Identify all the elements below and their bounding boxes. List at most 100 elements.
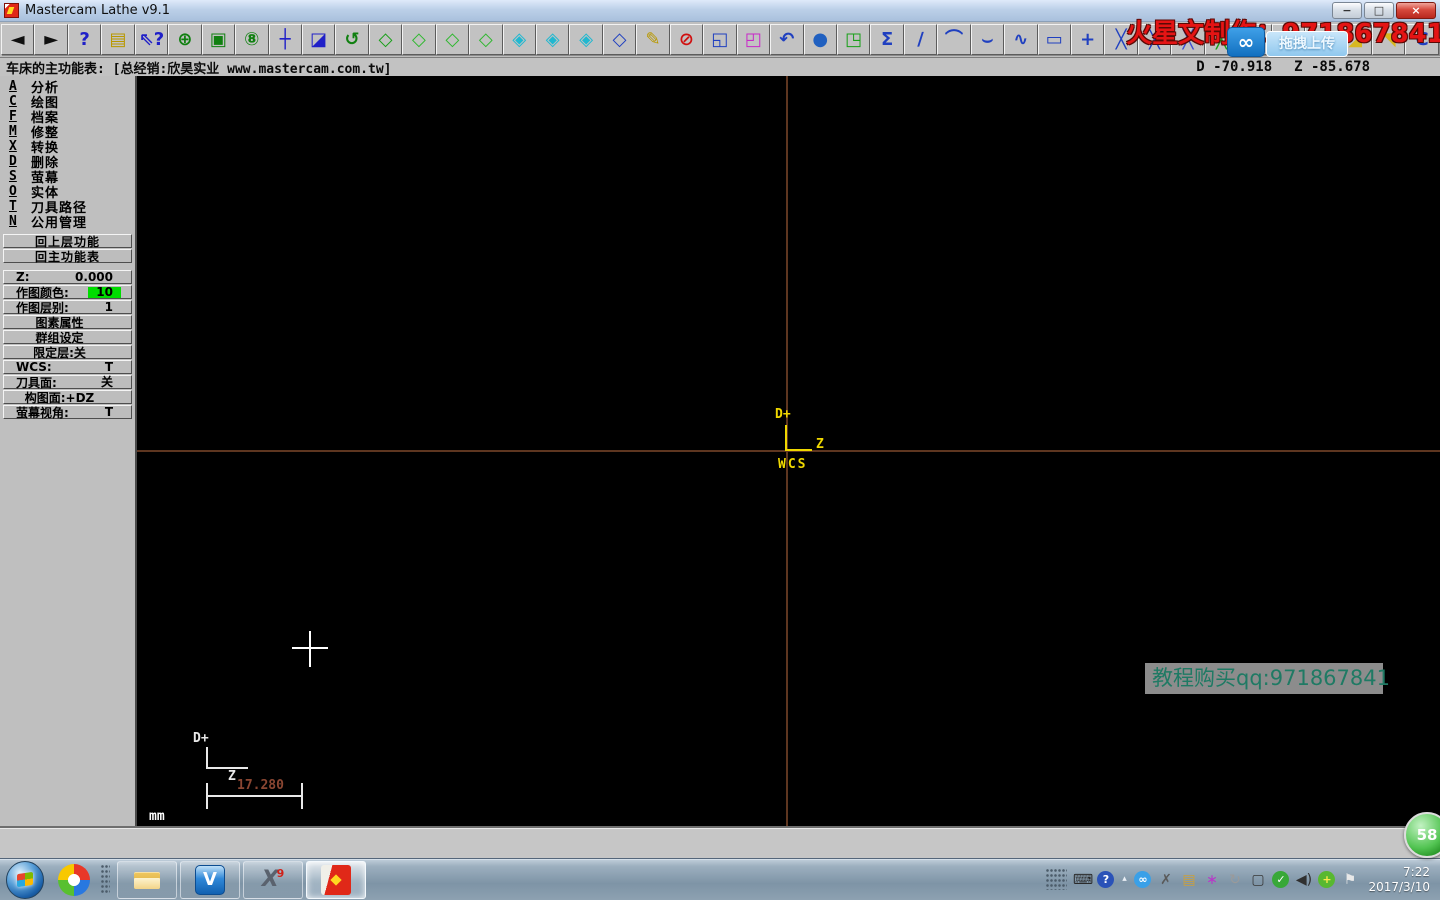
status-tplane[interactable]: 刀具面: 关 xyxy=(3,374,132,390)
toolbar-icon: ◄ xyxy=(10,28,25,50)
gview-top-icon[interactable]: ◇ xyxy=(368,24,403,55)
gview-side-icon[interactable]: ◇ xyxy=(435,24,470,55)
status-value: 1 xyxy=(104,299,113,314)
scale-entities-icon[interactable]: ◳ xyxy=(836,24,871,55)
document-info-icon[interactable]: ▤ xyxy=(1178,869,1199,890)
menu-hotkey: T xyxy=(9,199,17,214)
status-color[interactable]: 作图颜色: 10 xyxy=(3,285,132,300)
upload-tooltip: 拖拽上传 xyxy=(1266,31,1348,57)
backup-button[interactable]: 回上层功能 xyxy=(3,234,132,249)
curve-icon[interactable]: ⌣ xyxy=(970,24,1005,55)
arc-icon[interactable]: ⌒ xyxy=(937,24,971,55)
snip-tool-icon[interactable]: ✗ xyxy=(1155,869,1176,890)
show-hidden-icons[interactable]: ▴ xyxy=(1118,869,1130,890)
network-icon[interactable]: ▢ xyxy=(1247,869,1268,890)
file-cabinet-icon[interactable]: ▤ xyxy=(101,24,135,55)
toolbar-icon: ⌣ xyxy=(981,28,994,50)
pencil-icon[interactable]: ✎ xyxy=(636,24,670,55)
sync-icon[interactable]: ↻ xyxy=(1224,869,1245,890)
spline-icon[interactable]: ∿ xyxy=(1004,24,1038,55)
taskbar-clock[interactable]: 7:22 2017/3/10 xyxy=(1368,865,1430,895)
main-menu-button[interactable]: 回主功能表 xyxy=(3,249,132,264)
sigma-icon[interactable]: Σ xyxy=(870,24,904,55)
zoom-icon[interactable]: ⊕ xyxy=(168,24,202,55)
wcs-d-axis-label: D+ xyxy=(775,407,791,422)
clock-date: 2017/3/10 xyxy=(1368,879,1430,894)
colorful-ball-icon[interactable] xyxy=(58,863,90,896)
crosshair-cursor-horizontal xyxy=(292,647,328,649)
pencil-off-icon[interactable]: ⊘ xyxy=(669,24,704,55)
taskbar-v-app[interactable]: V xyxy=(180,860,240,899)
copy-entities-icon[interactable]: ◱ xyxy=(703,24,737,55)
coord-z: Z -85.678 xyxy=(1294,59,1370,75)
shield-icon[interactable]: ✓ xyxy=(1272,871,1290,888)
cplane-side-icon[interactable]: ◈ xyxy=(569,24,603,55)
taskbar-app-icon xyxy=(132,865,162,895)
gview-front-icon[interactable]: ◇ xyxy=(402,24,436,55)
status-label: 限定层:关 xyxy=(33,345,86,360)
cplane-top-icon[interactable]: ◈ xyxy=(502,24,536,55)
cplane-3d-icon[interactable]: ◇ xyxy=(602,24,637,55)
back-menu-icon[interactable]: ◄ xyxy=(1,24,35,55)
status-gview[interactable]: 萤幕视角: T xyxy=(3,405,132,420)
shading-sphere-icon[interactable]: ● xyxy=(803,24,837,55)
repaint-icon[interactable]: ◪ xyxy=(301,24,336,55)
point-icon[interactable]: + xyxy=(1071,24,1105,55)
toolbar-icon: ▤ xyxy=(109,28,127,50)
wcs-gnomon-vertical xyxy=(785,425,787,451)
menu-file[interactable]: F 档案 xyxy=(9,109,135,126)
help-icon[interactable]: ? xyxy=(67,24,102,55)
start-button[interactable] xyxy=(6,860,44,899)
taskbar-app-icon: V xyxy=(195,864,225,895)
menu-create[interactable]: C 绘图 xyxy=(9,94,135,111)
system-tray: ⌨? ▴ ∞ ✗ ▤ ∗ ↻ ▢ ✓ ◀) + ⚑ xyxy=(1043,869,1360,890)
menu-modify[interactable]: M 修整 xyxy=(9,124,135,141)
status-cplane[interactable]: 构图面:+DZ xyxy=(3,390,132,405)
cplane-front-icon[interactable]: ◈ xyxy=(536,24,570,55)
menu-delete[interactable]: D 删除 xyxy=(9,154,135,171)
keyboard-icon[interactable]: ⌨ xyxy=(1072,869,1093,890)
taskbar-grip[interactable] xyxy=(101,864,110,895)
status-panel: Z: 0.000 作图颜色: 10 作图层别: 1 图素属性 群组设定 限定层:… xyxy=(3,270,132,420)
toolbar-icon: ◇ xyxy=(612,28,627,50)
status-groups[interactable]: 群组设定 xyxy=(3,330,132,345)
status-wcs[interactable]: WCS: T xyxy=(3,360,132,374)
rectangle-icon[interactable]: ▭ xyxy=(1037,24,1071,55)
cloud-app-icon[interactable]: ∞ xyxy=(1134,871,1152,888)
copy-attributes-icon[interactable]: ◰ xyxy=(736,24,771,55)
undo-icon[interactable]: ↶ xyxy=(770,24,804,55)
status-z-depth[interactable]: Z: 0.000 xyxy=(3,270,132,284)
rotate-view-icon[interactable]: ↺ xyxy=(335,24,369,55)
line-icon[interactable]: ∕ xyxy=(903,24,938,55)
zoom-window-icon[interactable]: ▣ xyxy=(201,24,236,55)
upload-button[interactable]: ∞ xyxy=(1227,27,1265,57)
status-attributes[interactable]: 图素属性 xyxy=(3,315,132,330)
tray-grip[interactable] xyxy=(1046,869,1068,890)
gview-iso-icon[interactable]: ◇ xyxy=(469,24,503,55)
volume-icon[interactable]: ◀) xyxy=(1293,869,1314,890)
prompt-area[interactable] xyxy=(0,826,1440,858)
menu-nc-utils[interactable]: N 公用管理 xyxy=(9,214,135,231)
taskbar-mastercam-lathe9[interactable] xyxy=(306,860,366,899)
status-value: 10 xyxy=(88,286,121,298)
cursor-help-icon[interactable]: ⇖? xyxy=(134,24,169,55)
taskbar-explorer[interactable] xyxy=(117,860,177,899)
menu-analyze[interactable]: A 分析 xyxy=(9,79,135,96)
action-center-flag-icon[interactable]: ⚑ xyxy=(1339,869,1360,890)
help-badge-icon[interactable]: ? xyxy=(1097,871,1115,888)
forward-menu-icon[interactable]: ► xyxy=(34,24,68,55)
menu-xform[interactable]: X 转换 xyxy=(9,139,135,156)
colorful-app-icon[interactable]: ∗ xyxy=(1201,869,1222,890)
taskbar-mastercam-x9[interactable]: X9 xyxy=(243,860,303,899)
safe-360-icon[interactable]: + xyxy=(1318,871,1336,888)
zoom-back-icon[interactable]: ⑧ xyxy=(235,24,269,55)
status-level[interactable]: 作图层别: 1 xyxy=(3,299,132,315)
status-value: 关 xyxy=(100,374,113,389)
window-title: Mastercam Lathe v9.1 xyxy=(25,3,171,18)
menu-screen[interactable]: S 萤幕 xyxy=(9,169,135,186)
toolbar-icon: ↶ xyxy=(779,28,795,50)
pan-icon[interactable]: ┼ xyxy=(268,24,302,55)
drawing-canvas[interactable]: D+ Z WCS D+ Z 17.280 mm 教程购买qq:971867841 xyxy=(137,76,1440,826)
menu-hotkey: O xyxy=(9,184,17,199)
status-mask[interactable]: 限定层:关 xyxy=(3,345,132,360)
